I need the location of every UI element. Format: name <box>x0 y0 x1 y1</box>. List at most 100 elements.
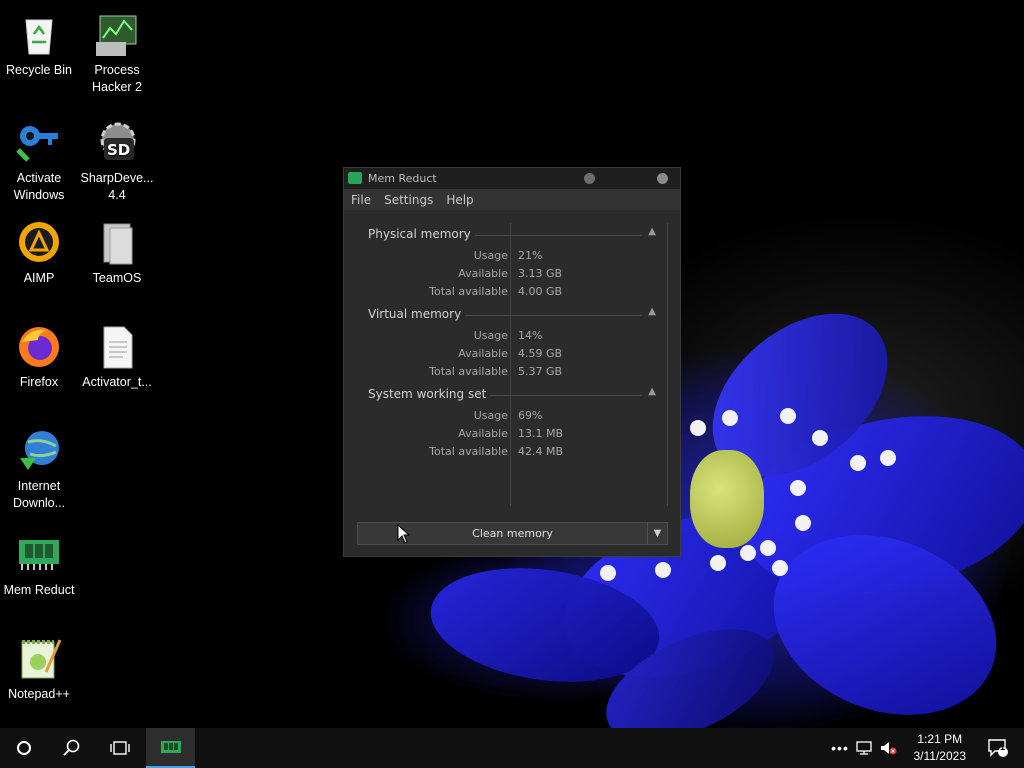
stat-label: Usage <box>473 409 508 422</box>
desktop-icon-label: Activate Windows <box>13 171 65 202</box>
stat-row: Total available 4.00 GB <box>356 285 666 303</box>
search-button[interactable] <box>48 728 96 768</box>
stat-row: Available 4.59 GB <box>356 347 666 365</box>
group-title: Physical memory <box>368 227 475 241</box>
desktop-icon-label: Firefox <box>19 375 59 389</box>
menu-bar: File Settings Help <box>344 189 680 210</box>
desktop-icon-label: Mem Reduct <box>3 583 75 597</box>
desktop-icon-aimp[interactable]: AIMP <box>0 220 78 287</box>
window-title: Mem Reduct <box>368 172 437 185</box>
desktop-icon-label: Recycle Bin <box>6 63 72 77</box>
stat-row: Usage 69% <box>356 409 666 427</box>
key-icon <box>16 120 62 166</box>
desktop-icon-label: Process Hacker 2 <box>91 63 143 94</box>
clock[interactable]: 1:21 PM 3/11/2023 <box>914 731 967 765</box>
stat-label: Available <box>458 267 508 280</box>
aimp-icon <box>16 220 62 266</box>
title-bar[interactable]: Mem Reduct <box>344 168 680 189</box>
collapse-caret-icon[interactable]: ▲ <box>648 306 656 317</box>
stat-label: Total available <box>429 445 508 458</box>
stat-value: 14% <box>518 329 543 342</box>
desktop-icon-label: Activator_t... <box>82 375 152 389</box>
stat-row: Total available 5.37 GB <box>356 365 666 383</box>
desktop-icon-mem-reduct[interactable]: Mem Reduct <box>0 532 78 599</box>
group-physical-memory[interactable]: Physical memory ▲ <box>356 226 656 243</box>
memory-chip-icon <box>160 741 181 753</box>
ellipsis-icon: ••• <box>831 740 849 756</box>
search-icon <box>63 739 80 756</box>
show-hidden-icons-button[interactable]: ••• <box>828 728 852 768</box>
dropdown-arrow-icon[interactable]: ▼ <box>647 523 667 544</box>
stat-row: Usage 14% <box>356 329 666 347</box>
desktop-icon-internet-download-manager[interactable]: Internet Downlo... <box>0 428 78 512</box>
folder-document-icon <box>94 220 140 266</box>
stat-value: 42.4 MB <box>518 445 564 458</box>
task-view-icon <box>110 741 130 755</box>
menu-file[interactable]: File <box>351 193 371 207</box>
collapse-caret-icon[interactable]: ▲ <box>648 226 656 237</box>
collapse-caret-icon[interactable]: ▲ <box>648 386 656 397</box>
network-button[interactable] <box>852 728 876 768</box>
desktop-icon-recycle-bin[interactable]: Recycle Bin <box>0 12 78 79</box>
stat-label: Available <box>458 347 508 360</box>
stat-label: Available <box>458 427 508 440</box>
desktop-icon-sharpdevelop[interactable]: SD SharpDeve... 4.4 <box>78 120 156 204</box>
taskbar-mem-reduct[interactable] <box>146 728 195 768</box>
notification-count-badge: 1 <box>1000 742 1006 752</box>
group-title: System working set <box>368 387 491 401</box>
network-icon <box>856 741 872 755</box>
menu-help[interactable]: Help <box>446 193 473 207</box>
task-view-button[interactable] <box>96 728 144 768</box>
desktop-icon-activator[interactable]: Activator_t... <box>78 324 156 391</box>
close-button[interactable] <box>657 173 668 184</box>
desktop-icon-firefox[interactable]: Firefox <box>0 324 78 391</box>
stat-value: 5.37 GB <box>518 365 563 378</box>
desktop-icon-label: Internet Downlo... <box>12 479 66 510</box>
stat-label: Total available <box>429 365 508 378</box>
recycle-bin-icon <box>16 12 62 58</box>
group-system-working-set[interactable]: System working set ▲ <box>356 386 656 403</box>
stat-label: Usage <box>473 249 508 262</box>
mem-reduct-app-icon <box>348 172 362 184</box>
stat-value: 4.00 GB <box>518 285 563 298</box>
taskbar: ••• 1:21 PM 3/11/2023 1 <box>0 728 1024 768</box>
minimize-button[interactable] <box>584 173 595 184</box>
mouse-cursor-icon <box>397 524 411 544</box>
clock-date: 3/11/2023 <box>913 749 967 763</box>
stat-value: 69% <box>518 409 543 422</box>
stat-value: 3.13 GB <box>518 267 563 280</box>
volume-muted-icon <box>881 742 897 755</box>
group-virtual-memory[interactable]: Virtual memory ▲ <box>356 306 656 323</box>
start-button[interactable] <box>0 728 48 768</box>
globe-download-icon <box>16 428 62 474</box>
stat-row: Total available 42.4 MB <box>356 445 666 463</box>
stat-value: 21% <box>518 249 543 262</box>
clock-time: 1:21 PM <box>917 732 963 746</box>
svg-text:SD: SD <box>107 141 130 159</box>
desktop-icon-teamos[interactable]: TeamOS <box>78 220 156 287</box>
desktop-icon-notepad-plus-plus[interactable]: Notepad++ <box>0 636 78 703</box>
mem-reduct-window: Mem Reduct File Settings Help Physical m… <box>343 167 681 557</box>
start-circle-icon <box>17 741 31 755</box>
text-file-icon <box>94 324 140 370</box>
desktop-icon-label: TeamOS <box>92 271 142 285</box>
desktop-icon-label: AIMP <box>23 271 55 285</box>
menu-settings[interactable]: Settings <box>384 193 433 207</box>
desktop-icon-label: SharpDeve... 4.4 <box>80 171 154 202</box>
group-title: Virtual memory <box>368 307 466 321</box>
stat-value: 13.1 MB <box>518 427 564 440</box>
sharpdevelop-icon: SD <box>94 120 140 166</box>
stat-row: Available 3.13 GB <box>356 267 666 285</box>
notification-icon <box>988 739 1008 757</box>
volume-button[interactable] <box>876 728 900 768</box>
stat-row: Usage 21% <box>356 249 666 267</box>
firefox-icon <box>16 324 62 370</box>
notepad-plus-plus-icon <box>16 636 62 682</box>
desktop-icon-activate-windows[interactable]: Activate Windows <box>0 120 78 204</box>
memory-chip-icon <box>16 532 62 578</box>
clean-memory-label: Clean memory <box>472 527 553 540</box>
action-center-button[interactable]: 1 <box>978 728 1018 768</box>
desktop-icon-process-hacker[interactable]: Process Hacker 2 <box>78 12 156 96</box>
stat-label: Total available <box>429 285 508 298</box>
process-hacker-icon <box>94 12 140 58</box>
